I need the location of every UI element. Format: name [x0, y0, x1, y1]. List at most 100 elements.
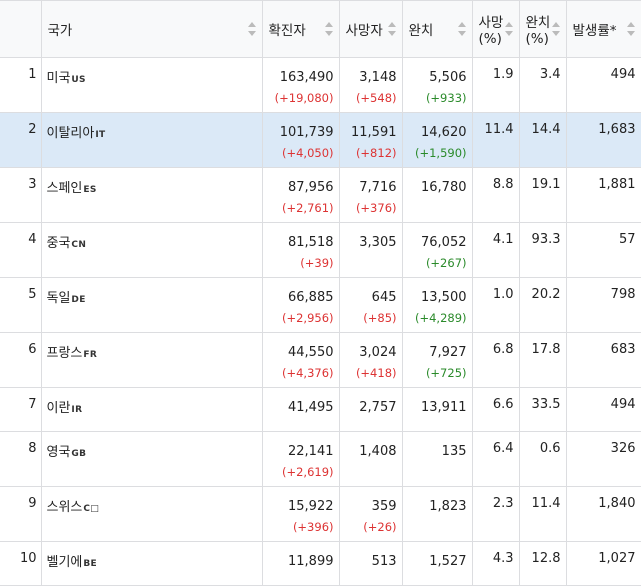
deaths-value: 3,305 — [359, 235, 397, 250]
recovered-delta: (+267) — [425, 256, 467, 270]
confirmed-cell: 41,495 — [261, 387, 340, 432]
recovered-value: 13,500 — [421, 290, 467, 305]
confirmed-cell: 22,141 (+2,619) — [261, 431, 340, 487]
recovery-rate-cell: 11.4 — [518, 486, 567, 542]
death-rate-cell: 6.4 — [471, 431, 520, 487]
confirmed-delta: (+2,619) — [281, 465, 334, 479]
confirmed-delta: (+39) — [300, 256, 334, 270]
deaths-delta: (+548) — [355, 91, 397, 105]
deaths-value: 11,591 — [351, 125, 397, 140]
recovered-cell: 1,527 — [401, 541, 473, 586]
incidence-cell: 1,027 — [565, 541, 641, 586]
recovered-cell: 1,823 — [401, 486, 473, 542]
deaths-cell: 1,408 — [338, 431, 403, 487]
recovered-delta: (+933) — [425, 91, 467, 105]
country-name: 미국 — [46, 71, 71, 86]
rank-header — [0, 0, 42, 58]
country-name: 프랑스 — [46, 346, 83, 361]
country-cell[interactable]: 이란IR — [40, 387, 263, 432]
deaths-value: 645 — [371, 290, 397, 305]
table-row: 5 독일DE 66,885 (+2,956) 645 (+85) 13,500 … — [0, 277, 641, 333]
recovered-value: 1,823 — [429, 499, 467, 514]
confirmed-delta: (+4,376) — [281, 366, 334, 380]
recovered-cell: 13,911 — [401, 387, 473, 432]
recovered-cell: 76,052 (+267) — [401, 222, 473, 278]
country-header-label: 국가 — [47, 23, 73, 39]
country-cell[interactable]: 영국GB — [40, 431, 263, 487]
table-row: 8 영국GB 22,141 (+2,619) 1,408 135 6.4 0.6… — [0, 431, 641, 487]
table-row: 9 스위스C□ 15,922 (+396) 359 (+26) 1,823 2.… — [0, 486, 641, 542]
deaths-delta: (+376) — [355, 201, 397, 215]
country-code: US — [71, 75, 86, 85]
deaths-value: 7,716 — [359, 180, 397, 195]
country-cell[interactable]: 벨기에BE — [40, 541, 263, 586]
country-code: CN — [71, 240, 87, 250]
deaths-cell: 2,757 — [338, 387, 403, 432]
incidence-header[interactable]: 발생률* — [565, 0, 641, 58]
incidence-cell: 683 — [565, 332, 641, 388]
death-rate-cell: 2.3 — [471, 486, 520, 542]
recovery-rate-cell: 93.3 — [518, 222, 567, 278]
incidence-cell: 326 — [565, 431, 641, 487]
recovered-value: 76,052 — [421, 235, 467, 250]
incidence-cell: 1,881 — [565, 167, 641, 223]
country-cell[interactable]: 스위스C□ — [40, 486, 263, 542]
deaths-cell: 3,024 (+418) — [338, 332, 403, 388]
rank-cell: 2 — [0, 112, 42, 168]
incidence-header-label: 발생률* — [572, 23, 617, 39]
country-cell[interactable]: 독일DE — [40, 277, 263, 333]
deaths-delta: (+812) — [355, 146, 397, 160]
incidence-cell: 494 — [565, 57, 641, 113]
deaths-delta: (+85) — [363, 311, 397, 325]
table-row: 2 이탈리아IT 101,739 (+4,050) 11,591 (+812) … — [0, 112, 641, 168]
country-code: IR — [71, 405, 83, 415]
confirmed-header[interactable]: 확진자 — [261, 0, 340, 58]
country-cell[interactable]: 중국CN — [40, 222, 263, 278]
confirmed-delta: (+396) — [292, 520, 334, 534]
incidence-cell: 1,683 — [565, 112, 641, 168]
rank-cell: 9 — [0, 486, 42, 542]
confirmed-delta: (+19,080) — [274, 91, 334, 105]
recovered-value: 7,927 — [429, 345, 467, 360]
table-row: 10 벨기에BE 11,899 513 1,527 4.3 12.8 1,027 — [0, 541, 641, 586]
table-row: 3 스페인ES 87,956 (+2,761) 7,716 (+376) 16,… — [0, 167, 641, 223]
deaths-cell: 3,148 (+548) — [338, 57, 403, 113]
deaths-header[interactable]: 사망자 — [338, 0, 403, 58]
country-name: 독일 — [46, 291, 71, 306]
country-cell[interactable]: 이탈리아IT — [40, 112, 263, 168]
recovery-rate-cell: 17.8 — [518, 332, 567, 388]
death-rate-cell: 4.3 — [471, 541, 520, 586]
table-row: 1 미국US 163,490 (+19,080) 3,148 (+548) 5,… — [0, 57, 641, 113]
deaths-delta: (+418) — [355, 366, 397, 380]
country-name: 스페인 — [46, 181, 83, 196]
country-cell[interactable]: 스페인ES — [40, 167, 263, 223]
recovery-rate-header[interactable]: 완치 (%) — [518, 0, 567, 58]
deaths-cell: 3,305 — [338, 222, 403, 278]
recovered-cell: 14,620 (+1,590) — [401, 112, 473, 168]
death-rate-header[interactable]: 사망 (%) — [471, 0, 520, 58]
recovery-rate-cell: 3.4 — [518, 57, 567, 113]
rank-cell: 4 — [0, 222, 42, 278]
country-cell[interactable]: 미국US — [40, 57, 263, 113]
confirmed-value: 41,495 — [288, 400, 334, 415]
sort-icon — [504, 22, 513, 36]
confirmed-value: 101,739 — [279, 125, 334, 140]
table-row: 7 이란IR 41,495 2,757 13,911 6.6 33.5 494 — [0, 387, 641, 432]
recovered-header[interactable]: 완치 — [401, 0, 473, 58]
recovered-delta: (+4,289) — [414, 311, 467, 325]
confirmed-delta: (+2,761) — [281, 201, 334, 215]
country-cell[interactable]: 프랑스FR — [40, 332, 263, 388]
recovery-rate-cell: 20.2 — [518, 277, 567, 333]
death-rate-cell: 6.6 — [471, 387, 520, 432]
country-header[interactable]: 국가 — [40, 0, 263, 58]
confirmed-header-label: 확진자 — [268, 23, 306, 39]
rank-cell: 6 — [0, 332, 42, 388]
recovery-rate-cell: 0.6 — [518, 431, 567, 487]
recovery-rate-cell: 33.5 — [518, 387, 567, 432]
confirmed-cell: 66,885 (+2,956) — [261, 277, 340, 333]
confirmed-value: 66,885 — [288, 290, 334, 305]
sort-icon — [387, 22, 396, 36]
country-code: GB — [71, 449, 87, 459]
incidence-cell: 798 — [565, 277, 641, 333]
sort-icon — [324, 22, 333, 36]
